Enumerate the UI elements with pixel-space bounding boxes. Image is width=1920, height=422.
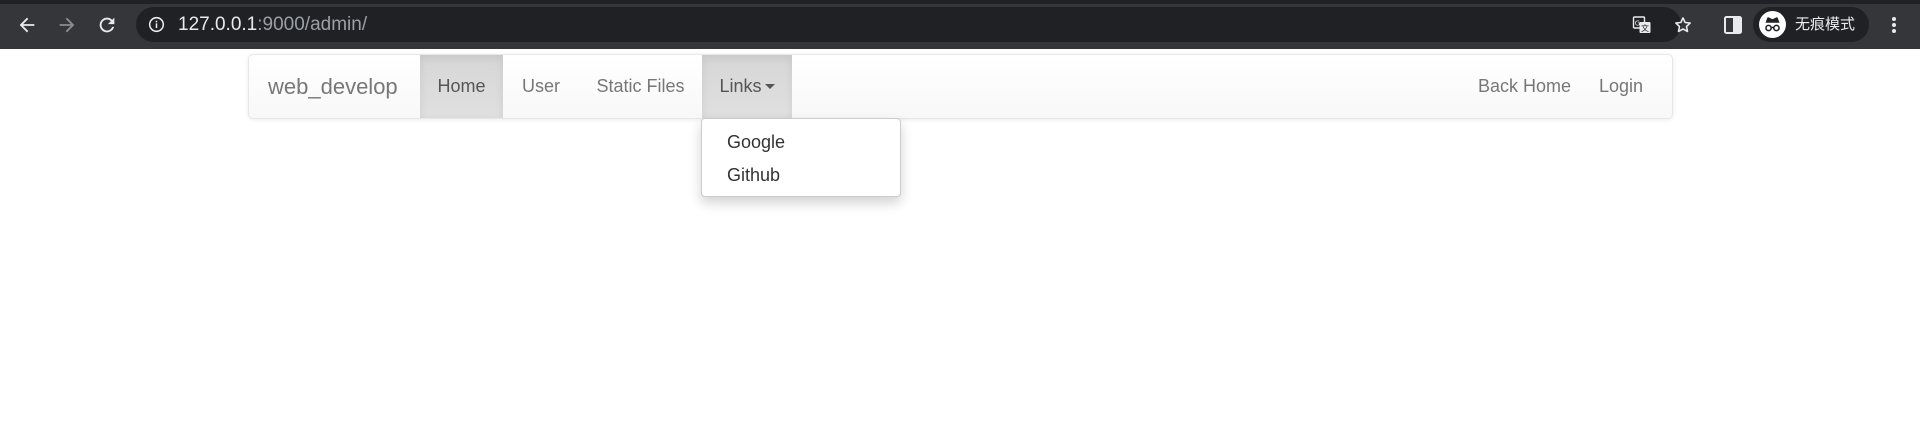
dropdown-item-google[interactable]: Google <box>727 132 785 152</box>
side-panel-button[interactable] <box>1720 12 1746 38</box>
incognito-profile-chip[interactable]: 无痕模式 <box>1753 7 1869 42</box>
url-host: 127.0.0.1 <box>178 14 258 35</box>
translate-icon[interactable]: 文 G <box>1632 15 1652 35</box>
address-bar[interactable]: 127.0.0.1:9000/admin/ 文 G <box>136 7 1691 42</box>
tab-strip-edge <box>0 0 1920 4</box>
dropdown-item-github[interactable]: Github <box>727 165 780 185</box>
arrow-right-icon <box>59 17 75 33</box>
kebab-menu-icon <box>1892 17 1896 33</box>
caret-down-icon <box>764 83 775 89</box>
nav-item-static-files[interactable]: Static Files <box>579 55 702 118</box>
nav-item-links-dropdown-toggle[interactable]: Links <box>702 55 792 118</box>
arrow-left-icon <box>19 17 35 33</box>
side-panel-icon <box>1724 16 1742 34</box>
avatar <box>1759 11 1786 38</box>
forward-button[interactable] <box>54 12 80 38</box>
incognito-icon <box>1765 17 1780 32</box>
svg-text:文: 文 <box>1641 23 1649 33</box>
links-dropdown-menu: Google Github <box>701 118 901 197</box>
url-text[interactable]: 127.0.0.1:9000/admin/ <box>178 15 367 34</box>
nav-item-back-home[interactable]: Back Home <box>1464 55 1585 118</box>
reload-button[interactable] <box>94 12 120 38</box>
nav-item-user[interactable]: User <box>503 55 579 118</box>
navbar-brand[interactable]: web_develop <box>268 75 398 99</box>
site-navbar: web_develop Home User Static Files Links… <box>248 54 1673 119</box>
profile-label: 无痕模式 <box>1795 15 1856 33</box>
svg-text:G: G <box>1635 20 1640 28</box>
info-icon[interactable] <box>148 16 165 33</box>
nav-item-login[interactable]: Login <box>1585 55 1657 118</box>
browser-toolbar: 127.0.0.1:9000/admin/ 文 G 无痕模式 <box>0 0 1920 49</box>
star-icon[interactable] <box>1673 15 1693 35</box>
url-path: :9000/admin/ <box>257 14 368 35</box>
browser-menu-button[interactable] <box>1881 12 1907 38</box>
back-button[interactable] <box>14 12 40 38</box>
nav-item-home[interactable]: Home <box>420 55 503 118</box>
reload-icon <box>99 17 115 33</box>
nav-item-links-label: Links <box>719 76 762 96</box>
